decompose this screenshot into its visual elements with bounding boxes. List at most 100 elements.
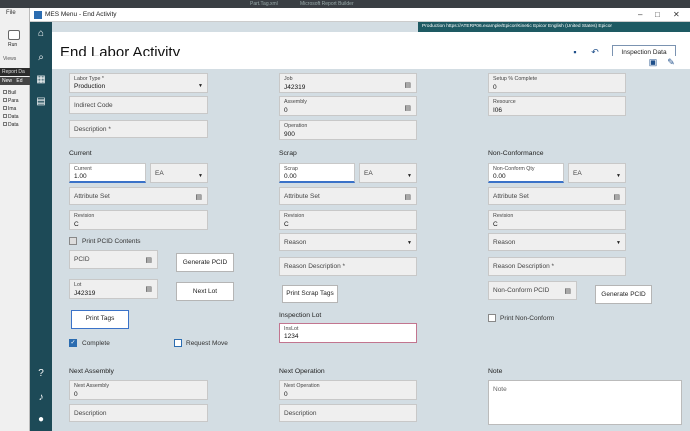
assembly-field[interactable]: Assembly 0 ▤ (279, 96, 417, 116)
next-assembly-field[interactable]: Next Assembly 0 (69, 380, 208, 400)
labor-type-select[interactable]: Labor Type * Production ▼ (69, 73, 208, 93)
setup-complete-field[interactable]: Setup % Complete 0 (488, 73, 626, 93)
tree-item[interactable]: Ima (3, 106, 16, 112)
new-tab[interactable]: New (2, 78, 12, 84)
panel-icon[interactable]: ▣ (648, 57, 658, 67)
lookup-icon[interactable]: ▤ (564, 287, 571, 295)
scrap-qty-input[interactable]: Scrap 0.00 (279, 163, 355, 183)
print-tags-button[interactable]: Print Tags (71, 310, 129, 329)
scrap-revision-field[interactable]: Revision C (279, 210, 417, 230)
operation-value: 900 (284, 131, 295, 138)
edit-tab[interactable]: Ed (16, 78, 22, 84)
notifications-icon[interactable]: ♪ (35, 392, 47, 404)
lookup-icon[interactable]: ▤ (195, 193, 202, 201)
app-icon (34, 11, 42, 19)
close-icon[interactable]: ✕ (673, 10, 680, 19)
pcid-field[interactable]: PCID ▤ (69, 250, 158, 269)
note-section-title: Note (488, 368, 503, 375)
scrap-revision-label: Revision (284, 213, 305, 219)
tree-item[interactable]: Para (3, 98, 19, 104)
scrap-attribute-set-field[interactable]: Attribute Set ▤ (279, 187, 417, 205)
indirect-code-field[interactable]: Indirect Code (69, 96, 208, 114)
lookup-icon[interactable]: ▤ (145, 256, 152, 264)
lookup-icon[interactable]: ▤ (404, 81, 411, 89)
print-scrap-tags-button[interactable]: Print Scrap Tags (282, 285, 338, 303)
nonconform-qty-input[interactable]: Non-Conform Qty 0.00 (488, 163, 564, 183)
report-data-tabs: New Ed (0, 77, 30, 85)
note-textarea[interactable]: Note (488, 380, 682, 425)
scrap-reason-description-field[interactable]: Reason Description * (279, 257, 417, 276)
bg-app-title: Microsoft Report Builder (300, 1, 354, 7)
request-move-checkbox[interactable] (174, 339, 182, 347)
revision-field[interactable]: Revision C (69, 210, 208, 230)
nonconform-revision-field[interactable]: Revision C (488, 210, 626, 230)
next-assembly-section-title: Next Assembly (69, 368, 114, 375)
next-operation-description-field[interactable]: Description (279, 404, 417, 422)
nonconform-attribute-set-placeholder: Attribute Set (493, 193, 529, 200)
next-operation-field[interactable]: Next Operation 0 (279, 380, 417, 400)
current-label: Current (74, 166, 92, 172)
lookup-icon[interactable]: ▤ (404, 193, 411, 201)
nonconform-reason-field[interactable]: Reason ▼ (488, 233, 626, 251)
side-nav: ⌂ ⌕ ▦ ▤ ? ♪ ● (30, 22, 52, 431)
file-menu[interactable]: File (6, 10, 16, 16)
tree-item[interactable]: Buil (3, 90, 16, 96)
current-uom-select[interactable]: EA ▼ (150, 163, 208, 183)
lot-field[interactable]: Lot J42319 ▤ (69, 279, 158, 299)
current-qty-input[interactable]: Current 1.00 (69, 163, 146, 183)
scrap-revision-value: C (284, 221, 289, 228)
current-uom-value: EA (155, 170, 164, 177)
window-title-bar: MES Menu - End Activity – □ ✕ (30, 8, 690, 22)
maximize-icon[interactable]: □ (655, 10, 660, 19)
complete-checkbox[interactable]: ✓ (69, 339, 77, 347)
print-nonconform-checkbox[interactable] (488, 314, 496, 322)
next-assembly-description-field[interactable]: Description (69, 404, 208, 422)
operation-field[interactable]: Operation 900 (279, 120, 417, 140)
note-placeholder: Note (493, 386, 507, 393)
lookup-icon[interactable]: ▤ (404, 104, 411, 112)
user-icon[interactable]: ● (35, 414, 47, 426)
home-icon[interactable]: ⌂ (35, 28, 47, 40)
setup-complete-label: Setup % Complete (493, 76, 538, 82)
ins-lot-input[interactable]: InsLot 1234 (279, 323, 417, 343)
ins-lot-value: 1234 (284, 333, 299, 340)
print-pcid-checkbox[interactable] (69, 237, 77, 245)
help-icon[interactable]: ? (35, 368, 47, 380)
scrap-reason-description-placeholder: Reason Description * (284, 263, 346, 270)
next-operation-description-placeholder: Description (284, 410, 317, 417)
lookup-icon[interactable]: ▤ (145, 285, 152, 293)
nonconform-generate-pcid-button[interactable]: Generate PCID (595, 285, 652, 304)
nonconform-uom-select[interactable]: EA ▼ (568, 163, 626, 183)
run-icon[interactable] (8, 30, 20, 40)
tree-item[interactable]: Data (3, 114, 19, 120)
attribute-set-field[interactable]: Attribute Set ▤ (69, 187, 208, 205)
nonconform-reason-description-field[interactable]: Reason Description * (488, 257, 626, 276)
operation-label: Operation (284, 123, 308, 129)
scrap-uom-select[interactable]: EA ▼ (359, 163, 417, 183)
nonconform-pcid-field[interactable]: Non-Conform PCID ▤ (488, 281, 577, 300)
job-field[interactable]: Job J42319 ▤ (279, 73, 417, 93)
generate-pcid-button[interactable]: Generate PCID (176, 253, 234, 272)
tree-item[interactable]: Data (3, 122, 19, 128)
next-lot-button[interactable]: Next Lot (176, 282, 234, 301)
job-label: Job (284, 76, 293, 82)
nonconform-attribute-set-field[interactable]: Attribute Set ▤ (488, 187, 626, 205)
lookup-icon[interactable]: ▤ (613, 193, 620, 201)
print-nonconform-label: Print Non-Conform (500, 315, 555, 322)
minimize-icon[interactable]: – (638, 10, 642, 19)
assembly-label: Assembly (284, 99, 307, 105)
lot-value: J42319 (74, 290, 96, 297)
edit-icon[interactable]: ✎ (666, 57, 676, 67)
description-field[interactable]: Description * (69, 120, 208, 138)
nonconform-revision-label: Revision (493, 213, 514, 219)
document-icon[interactable]: ▤ (35, 96, 47, 108)
description-placeholder: Description * (74, 126, 111, 133)
apps-grid-icon[interactable]: ▦ (35, 74, 47, 86)
scrap-reason-field[interactable]: Reason ▼ (279, 233, 417, 251)
resource-field[interactable]: Resource I06 (488, 96, 626, 116)
search-icon[interactable]: ⌕ (35, 52, 47, 64)
chevron-down-icon: ▼ (407, 240, 412, 246)
report-data-panel: Report Da (0, 68, 30, 76)
environment-info-bar: Production https://ATERP06.example/Epico… (418, 22, 690, 32)
nonconform-qty-label: Non-Conform Qty (493, 166, 535, 172)
